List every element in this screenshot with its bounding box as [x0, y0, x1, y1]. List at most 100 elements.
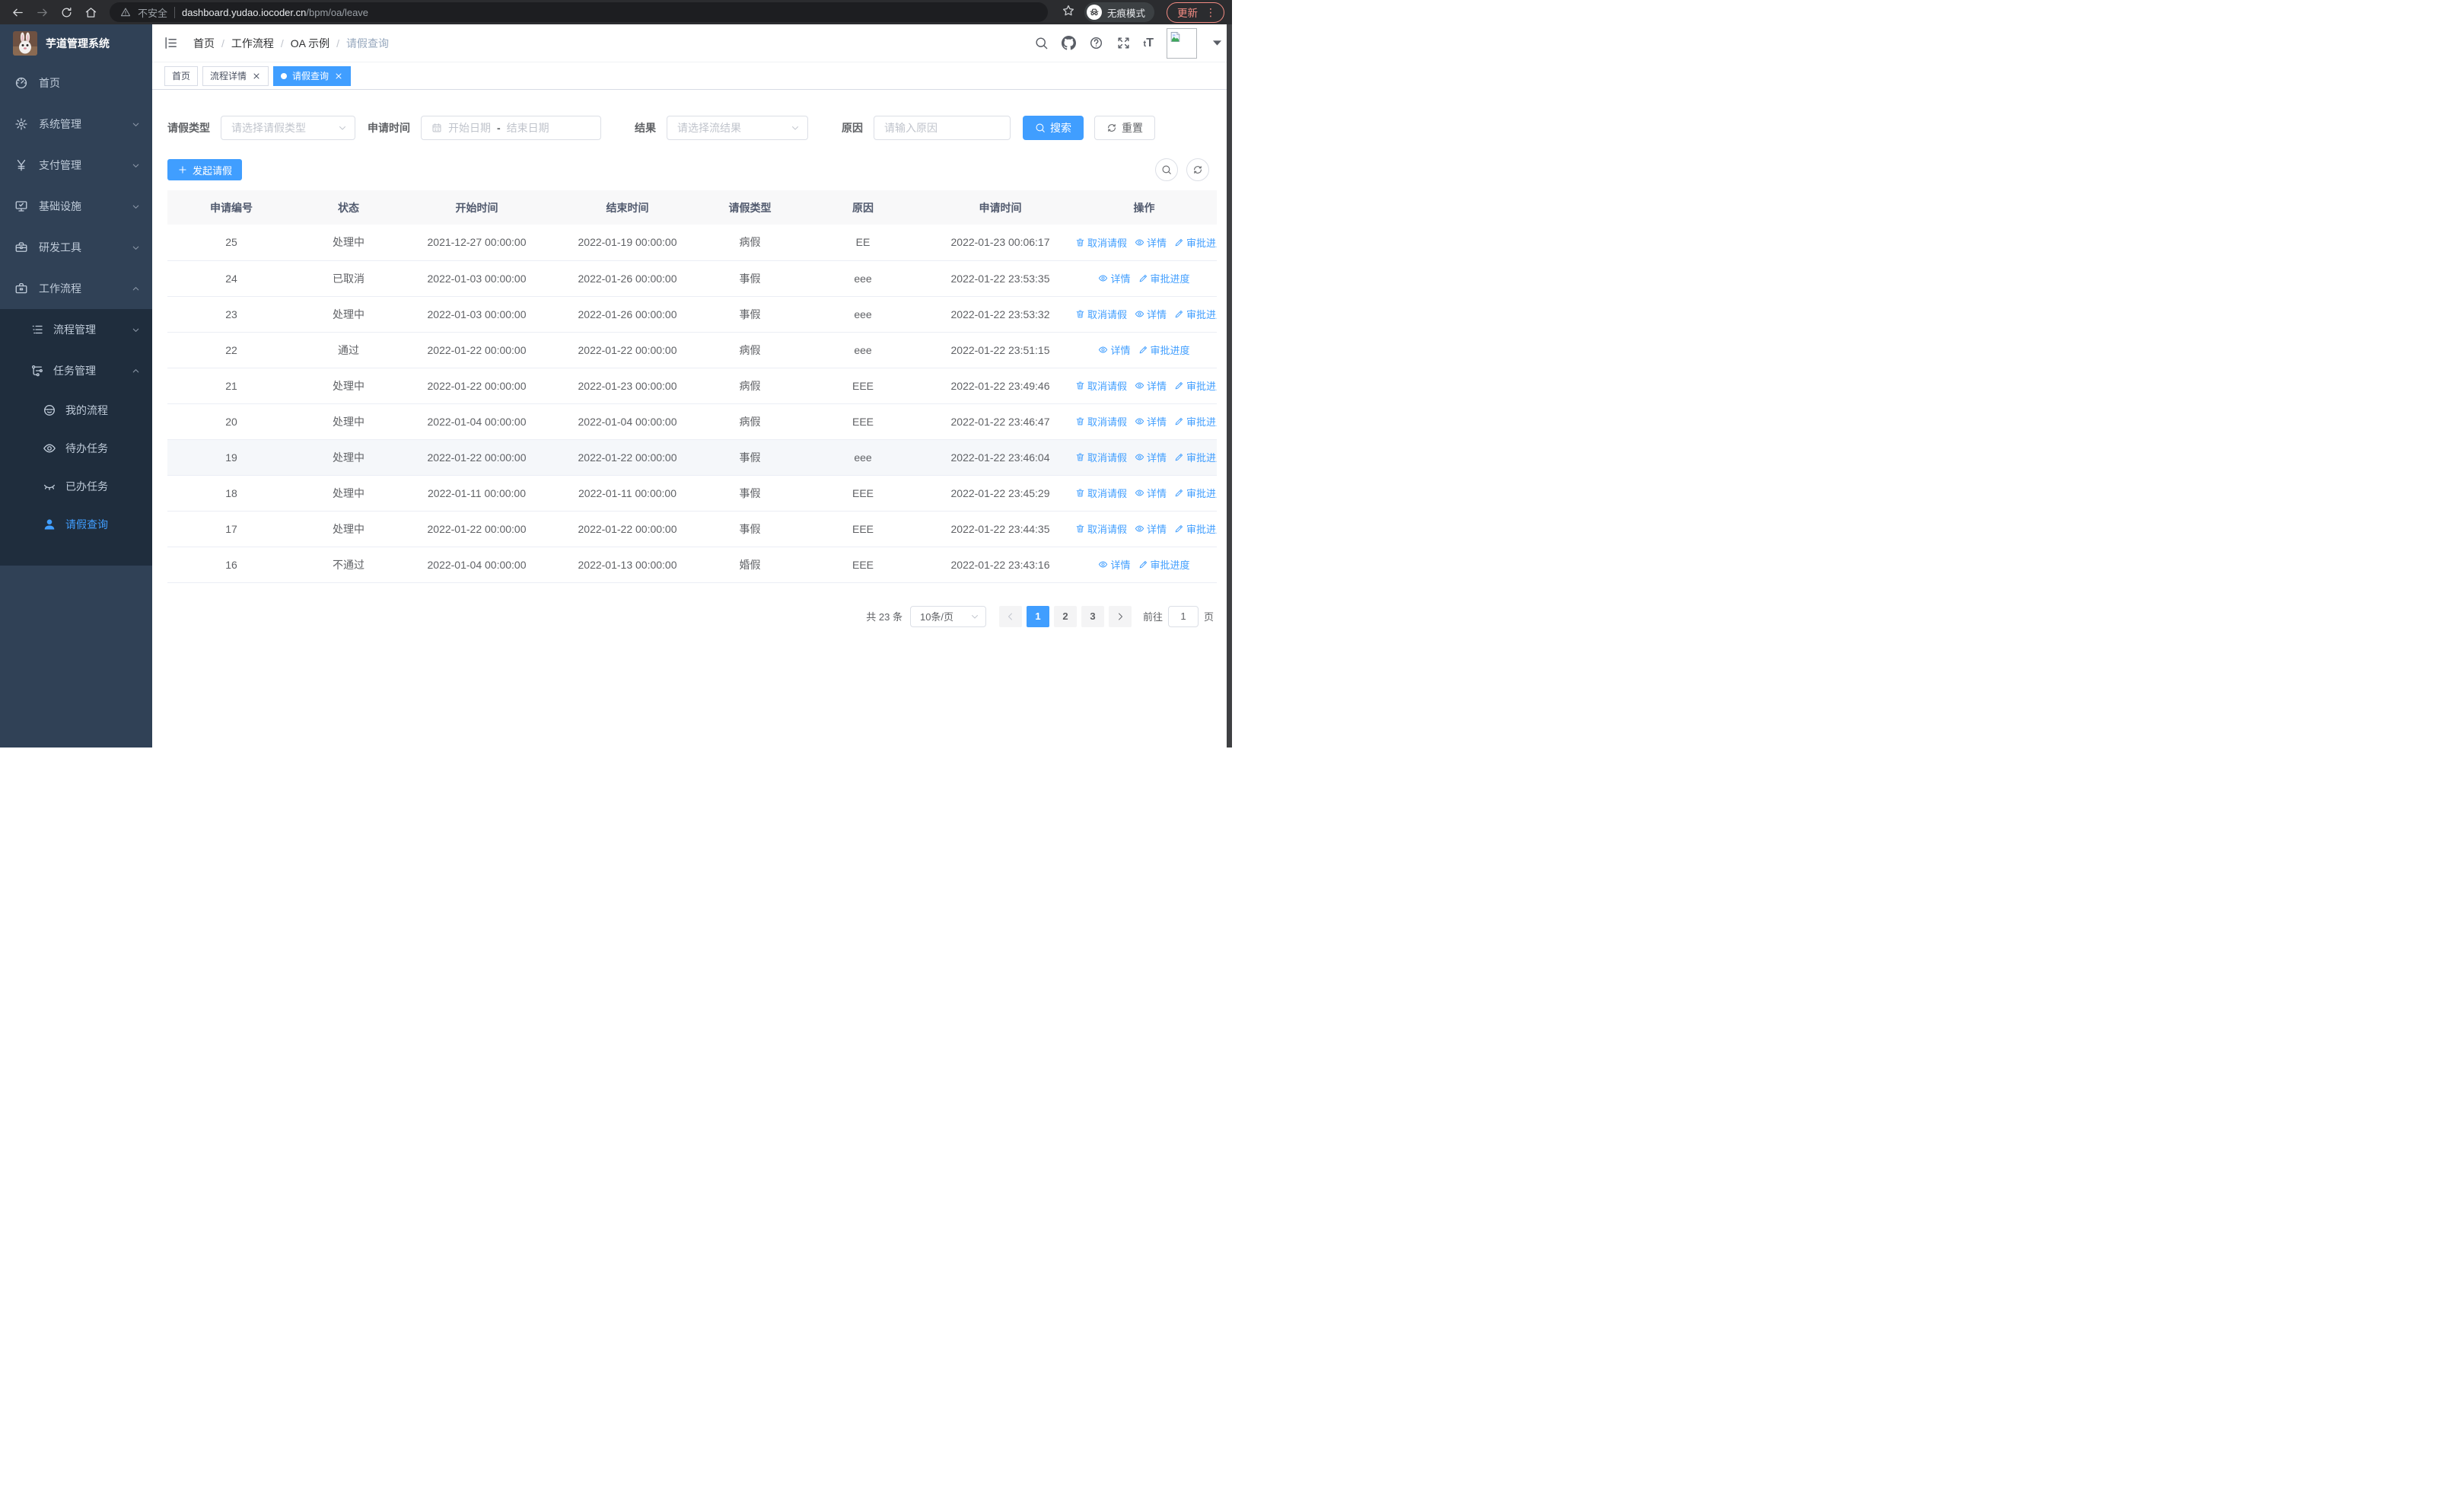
table-cell: 2022-01-22 00:00:00: [402, 511, 552, 547]
actions-cell: 取消请假 详情 审批进度: [1071, 475, 1217, 512]
help-icon[interactable]: [1089, 36, 1103, 50]
page-button[interactable]: 2: [1053, 605, 1077, 627]
action-detail-link[interactable]: 详情: [1135, 307, 1167, 321]
toggle-search-button[interactable]: [1155, 158, 1178, 181]
action-detail-link[interactable]: 详情: [1135, 486, 1167, 500]
sidebar-item[interactable]: 任务管理: [0, 350, 152, 391]
create-leave-button[interactable]: 发起请假: [167, 159, 243, 180]
apply-time-range-picker[interactable]: 开始日期 - 结束日期: [421, 116, 601, 140]
close-icon[interactable]: [252, 72, 261, 81]
page-button[interactable]: 1: [1026, 605, 1049, 627]
sidebar-item-label: 请假查询: [65, 518, 108, 531]
action-progress-link[interactable]: 审批进度: [1138, 343, 1190, 357]
incognito-badge: 无痕模式: [1084, 2, 1154, 22]
sidebar-item[interactable]: 系统管理: [0, 104, 152, 145]
breadcrumb-item[interactable]: 首页: [193, 36, 215, 51]
action-cancel-link[interactable]: 取消请假: [1075, 521, 1127, 536]
action-detail-link[interactable]: 详情: [1098, 343, 1131, 357]
trash-icon: [1075, 381, 1085, 390]
address-bar[interactable]: 不安全 dashboard.yudao.iocoder.cn/bpm/oa/le…: [110, 2, 1048, 22]
table-cell: 2022-01-22 23:45:29: [929, 475, 1071, 512]
table-cell: EE: [797, 225, 929, 261]
prev-page-button[interactable]: [998, 605, 1022, 627]
browser-home-icon[interactable]: [81, 2, 100, 22]
table-cell: EEE: [797, 511, 929, 547]
eye-icon: [1098, 559, 1108, 569]
sidebar-item[interactable]: 工作流程: [0, 268, 152, 309]
table-cell: EEE: [797, 403, 929, 440]
tab[interactable]: 流程详情: [202, 65, 269, 86]
action-cancel-link[interactable]: 取消请假: [1075, 378, 1127, 393]
sidebar-item[interactable]: 基础设施: [0, 186, 152, 227]
sidebar-item[interactable]: 请假查询: [0, 505, 152, 543]
sidebar-item[interactable]: 流程管理: [0, 309, 152, 350]
action-detail-link[interactable]: 详情: [1135, 378, 1167, 393]
search-button[interactable]: 搜索: [1023, 116, 1084, 140]
action-progress-link[interactable]: 审批进度: [1138, 557, 1190, 572]
next-page-button[interactable]: [1108, 605, 1132, 627]
browser-update-button[interactable]: 更新 ⋮: [1167, 2, 1224, 23]
table-cell: 2022-01-22 00:00:00: [402, 368, 552, 404]
sidebar-item[interactable]: 支付管理: [0, 145, 152, 186]
action-detail-link[interactable]: 详情: [1135, 235, 1167, 250]
page-size-select[interactable]: 10条/页: [909, 605, 986, 627]
action-cancel-link[interactable]: 取消请假: [1075, 486, 1127, 500]
chevron-down-icon: [338, 123, 347, 132]
breadcrumb-separator: /: [336, 37, 340, 49]
action-detail-link[interactable]: 详情: [1135, 414, 1167, 429]
result-select[interactable]: 请选择流结果: [667, 116, 808, 140]
action-progress-link[interactable]: 审批进度: [1174, 521, 1217, 536]
action-cancel-link[interactable]: 取消请假: [1075, 450, 1127, 464]
browser-back-icon[interactable]: [8, 2, 27, 22]
header-search-icon[interactable]: [1034, 36, 1049, 50]
action-detail-link[interactable]: 详情: [1135, 521, 1167, 536]
action-detail-link[interactable]: 详情: [1098, 557, 1131, 572]
breadcrumb-item[interactable]: OA 示例: [291, 36, 329, 51]
action-cancel-link[interactable]: 取消请假: [1075, 235, 1127, 250]
fullscreen-icon[interactable]: [1116, 36, 1131, 50]
action-detail-link[interactable]: 详情: [1098, 271, 1131, 285]
bookmark-star-icon[interactable]: [1062, 4, 1075, 21]
action-progress-link[interactable]: 审批进度: [1174, 307, 1217, 321]
not-secure-warning-icon: [120, 7, 131, 18]
action-progress-link[interactable]: 审批进度: [1174, 486, 1217, 500]
avatar-caret-icon[interactable]: [1210, 36, 1224, 50]
browser-forward-icon[interactable]: [32, 2, 52, 22]
action-detail-link[interactable]: 详情: [1135, 450, 1167, 464]
avatar[interactable]: [1167, 27, 1197, 59]
goto-page-input[interactable]: [1167, 605, 1199, 627]
breadcrumb-item[interactable]: 工作流程: [231, 36, 274, 51]
action-progress-link[interactable]: 审批进度: [1174, 378, 1217, 393]
scrollbar-track[interactable]: [1227, 24, 1232, 748]
action-progress-link[interactable]: 审批进度: [1174, 450, 1217, 464]
table-cell: 2022-01-22 23:51:15: [929, 332, 1071, 368]
leave-type-select[interactable]: 请选择请假类型: [221, 116, 355, 140]
page-button[interactable]: 3: [1081, 605, 1104, 627]
reason-input[interactable]: [884, 122, 1002, 134]
browser-reload-icon[interactable]: [56, 2, 76, 22]
sidebar-item[interactable]: 首页: [0, 62, 152, 104]
table-header-cell: 开始时间: [402, 190, 552, 225]
reset-button[interactable]: 重置: [1094, 116, 1155, 140]
font-size-icon[interactable]: tT: [1144, 37, 1154, 50]
tab[interactable]: 首页: [164, 65, 199, 86]
action-cancel-link[interactable]: 取消请假: [1075, 414, 1127, 429]
action-progress-link[interactable]: 审批进度: [1174, 414, 1217, 429]
tab[interactable]: 请假查询: [273, 65, 352, 86]
result-placeholder: 请选择流结果: [677, 122, 741, 134]
sidebar-item[interactable]: 待办任务: [0, 429, 152, 467]
action-progress-link[interactable]: 审批进度: [1138, 271, 1190, 285]
table-cell: 23: [167, 296, 295, 333]
chevron-down-icon: [131, 161, 141, 171]
sidebar-fold-icon[interactable]: [152, 36, 187, 50]
close-icon[interactable]: [334, 72, 343, 81]
sidebar-item[interactable]: 研发工具: [0, 227, 152, 268]
github-icon[interactable]: [1061, 36, 1076, 50]
refresh-table-button[interactable]: [1186, 158, 1209, 181]
browser-menu-icon[interactable]: ⋮: [1205, 7, 1216, 18]
action-progress-link[interactable]: 审批进度: [1174, 235, 1217, 250]
action-label: 审批进度: [1186, 488, 1217, 499]
sidebar-item[interactable]: 我的流程: [0, 391, 152, 429]
action-cancel-link[interactable]: 取消请假: [1075, 307, 1127, 321]
sidebar-item[interactable]: 已办任务: [0, 467, 152, 505]
